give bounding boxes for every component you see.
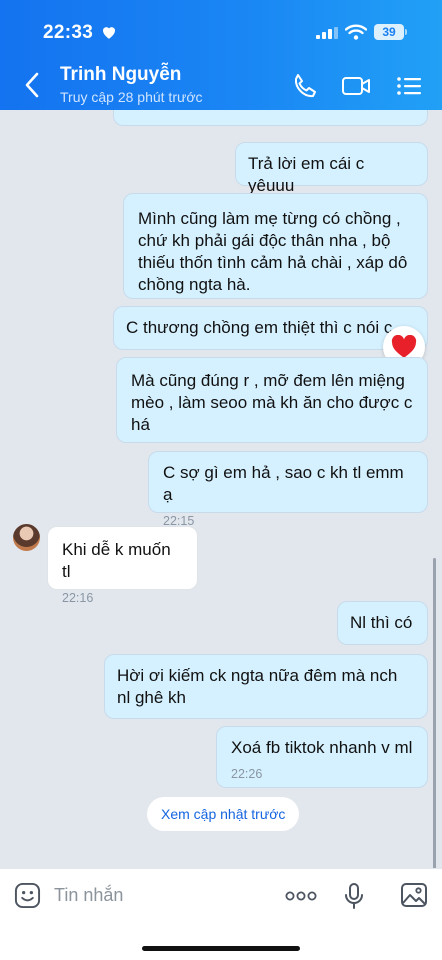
message-time: 22:16 bbox=[62, 591, 94, 605]
cellular-signal-icon bbox=[316, 27, 338, 39]
message-text: Trả lời em cái c yêuuu bbox=[248, 154, 365, 195]
contact-last-seen: Truy cập 28 phút trước bbox=[60, 89, 203, 105]
message-bubble-outgoing[interactable]: C sợ gì em hả , sao c kh tl emm ạ 22:15 bbox=[148, 451, 428, 528]
contact-name[interactable]: Trinh Nguyễn bbox=[60, 64, 181, 86]
contact-avatar[interactable] bbox=[13, 524, 40, 551]
microphone-icon[interactable] bbox=[343, 882, 365, 910]
message-text: Xoá fb tiktok nhanh v ml bbox=[231, 738, 413, 757]
message-text: C thương chồng em thiệt thì c nói c bbox=[126, 318, 393, 337]
message-list[interactable]: ne Trả lời em cái c yêuuu Mình cũng làm … bbox=[0, 110, 442, 868]
message-input[interactable]: Tin nhắn bbox=[54, 885, 123, 906]
message-text: C sợ gì em hả , sao c kh tl emm ạ bbox=[163, 463, 404, 504]
chat-scrollbar[interactable] bbox=[433, 558, 436, 868]
sticker-emoji-icon[interactable] bbox=[14, 882, 41, 909]
status-time: 22:33 bbox=[43, 22, 94, 43]
message-text: Hời ơi kiếm ck ngta nữa đêm mà nch nl gh… bbox=[117, 666, 398, 707]
chat-header: 22:33 39 Trinh Nguyễn Truy cập 28 phút t… bbox=[0, 0, 442, 110]
message-bubble-outgoing[interactable]: Mà cũng đúng r , mỡ đem lên miệng mèo , … bbox=[116, 357, 428, 443]
more-options-icon[interactable] bbox=[285, 886, 317, 906]
message-time: 22:26 bbox=[231, 767, 263, 781]
message-text: Mà cũng đúng r , mỡ đem lên miệng mèo , … bbox=[131, 371, 413, 434]
load-previous-button[interactable]: Xem cập nhật trước bbox=[147, 797, 300, 831]
battery-tip bbox=[405, 29, 407, 35]
heart-reaction-icon bbox=[391, 335, 417, 358]
message-time: 22:15 bbox=[163, 514, 195, 528]
home-indicator bbox=[142, 946, 300, 951]
message-text: Nl thì có bbox=[350, 613, 413, 632]
phone-icon[interactable] bbox=[290, 72, 320, 100]
message-bubble-outgoing[interactable]: Hời ơi kiếm ck ngta nữa đêm mà nch nl gh… bbox=[104, 654, 428, 719]
heart-status-icon bbox=[103, 27, 115, 39]
status-bar: 22:33 39 bbox=[0, 20, 442, 46]
message-bubble-incoming[interactable]: Khi dễ k muốn tl 22:16 bbox=[47, 526, 198, 605]
wifi-icon bbox=[345, 24, 367, 40]
message-bubble-outgoing[interactable]: Xoá fb tiktok nhanh v ml 22:26 bbox=[216, 726, 428, 788]
message-text: Mình cũng làm mẹ từng có chồng , chứ kh … bbox=[138, 209, 408, 294]
menu-list-icon[interactable] bbox=[394, 72, 424, 100]
message-bubble-outgoing[interactable]: ne bbox=[113, 110, 428, 126]
message-bubble-outgoing[interactable]: Trả lời em cái c yêuuu bbox=[235, 142, 428, 195]
message-bubble-outgoing[interactable]: Mình cũng làm mẹ từng có chồng , chứ kh … bbox=[123, 193, 428, 299]
back-icon[interactable] bbox=[20, 70, 44, 100]
image-picker-icon[interactable] bbox=[400, 882, 428, 908]
message-text: ne bbox=[126, 110, 415, 115]
message-bubble-outgoing[interactable]: Nl thì có bbox=[337, 601, 428, 645]
battery-indicator: 39 bbox=[374, 24, 404, 40]
message-text: Khi dễ k muốn tl bbox=[62, 540, 171, 581]
video-call-icon[interactable] bbox=[341, 72, 371, 100]
message-bubble-outgoing[interactable]: C thương chồng em thiệt thì c nói c bbox=[113, 306, 428, 350]
message-composer: Tin nhắn bbox=[0, 868, 442, 960]
